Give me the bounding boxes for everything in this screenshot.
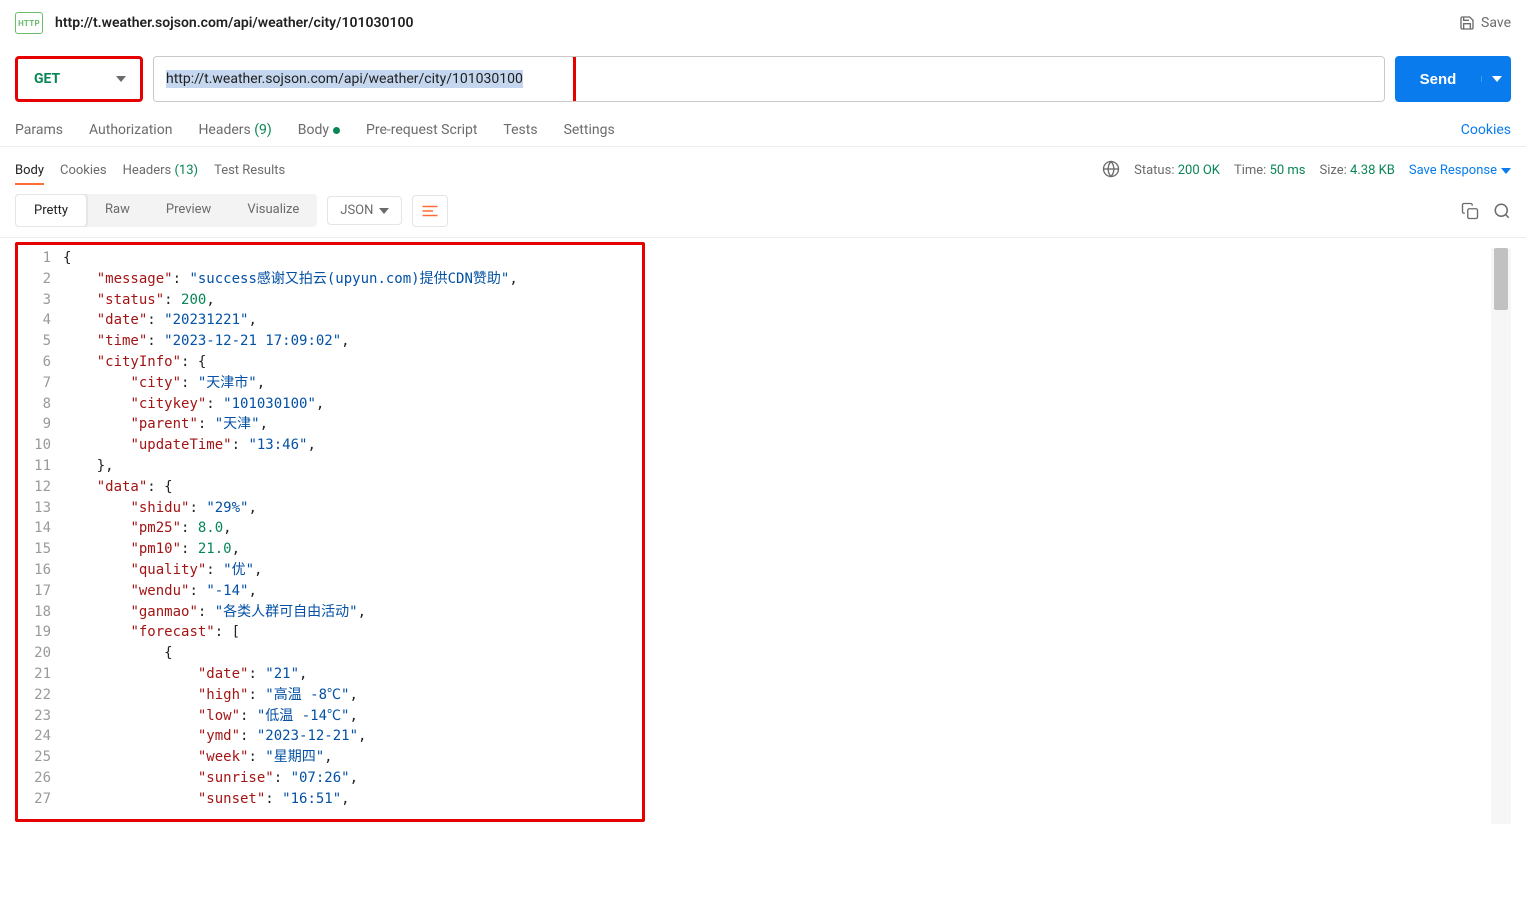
time-value: 50 ms xyxy=(1270,163,1306,178)
http-badge-icon: HTTP xyxy=(15,12,43,34)
send-label: Send xyxy=(1395,71,1481,88)
size-label: Size: xyxy=(1320,163,1347,178)
format-selector[interactable]: JSON xyxy=(327,196,402,225)
copy-icon[interactable] xyxy=(1461,202,1479,220)
search-icon[interactable] xyxy=(1493,202,1511,220)
request-tab-title[interactable]: http://t.weather.sojson.com/api/weather/… xyxy=(55,15,413,31)
tab-bar: HTTP http://t.weather.sojson.com/api/wea… xyxy=(0,0,1526,46)
tab-params[interactable]: Params xyxy=(15,122,63,138)
response-body-area: 1234567891011121314151617181920212223242… xyxy=(15,242,1511,824)
save-response-link[interactable]: Save Response xyxy=(1409,163,1511,178)
dot-icon xyxy=(333,127,340,134)
scrollbar-vertical[interactable] xyxy=(1491,248,1511,824)
chevron-down-icon xyxy=(1501,168,1511,174)
code-content[interactable]: { "message": "success感谢又拍云(upyun.com)提供C… xyxy=(63,248,1511,824)
line-gutter: 1234567891011121314151617181920212223242… xyxy=(15,248,63,824)
fmt-tab-preview[interactable]: Preview xyxy=(148,194,229,227)
response-tab-test-results[interactable]: Test Results xyxy=(214,157,285,184)
fmt-tab-visualize[interactable]: Visualize xyxy=(229,194,317,227)
save-button[interactable]: Save xyxy=(1459,15,1511,31)
format-bar: Pretty Raw Preview Visualize JSON xyxy=(0,184,1526,238)
globe-icon[interactable] xyxy=(1102,160,1120,182)
status-value: 200 OK xyxy=(1178,163,1220,178)
send-dropdown[interactable] xyxy=(1481,76,1511,82)
method-selector[interactable]: GET xyxy=(15,56,143,102)
status-label: Status: xyxy=(1134,163,1174,178)
response-tab-headers[interactable]: Headers (13) xyxy=(123,157,198,184)
method-label: GET xyxy=(34,71,60,87)
response-bar: Body Cookies Headers (13) Test Results S… xyxy=(0,147,1526,184)
cookies-link[interactable]: Cookies xyxy=(1461,122,1511,138)
url-input[interactable] xyxy=(154,57,1384,101)
save-label: Save xyxy=(1481,15,1511,31)
response-tab-body[interactable]: Body xyxy=(15,157,44,184)
tab-headers[interactable]: Headers (9) xyxy=(198,122,271,138)
fmt-tab-pretty[interactable]: Pretty xyxy=(15,194,87,227)
save-icon xyxy=(1459,15,1475,31)
tab-authorization[interactable]: Authorization xyxy=(89,122,172,138)
response-tab-cookies[interactable]: Cookies xyxy=(60,157,107,184)
tab-settings[interactable]: Settings xyxy=(564,122,615,138)
chevron-down-icon xyxy=(116,76,126,82)
tab-body[interactable]: Body xyxy=(298,122,340,138)
tab-pre-request-script[interactable]: Pre-request Script xyxy=(366,122,477,138)
wrap-icon xyxy=(421,204,439,218)
url-input-wrap: http://t.weather.sojson.com/api/weather/… xyxy=(153,56,1385,102)
tab-tests[interactable]: Tests xyxy=(503,122,537,138)
send-button[interactable]: Send xyxy=(1395,56,1511,102)
size-value: 4.38 KB xyxy=(1350,163,1395,178)
request-tabs-row: Params Authorization Headers (9) Body Pr… xyxy=(0,112,1526,147)
fmt-tab-raw[interactable]: Raw xyxy=(87,194,148,227)
scrollbar-thumb[interactable] xyxy=(1494,248,1508,310)
request-row: GET http://t.weather.sojson.com/api/weat… xyxy=(0,46,1526,112)
chevron-down-icon xyxy=(379,208,389,214)
wrap-lines-button[interactable] xyxy=(412,195,448,227)
chevron-down-icon xyxy=(1492,76,1502,82)
time-label: Time: xyxy=(1234,163,1266,178)
